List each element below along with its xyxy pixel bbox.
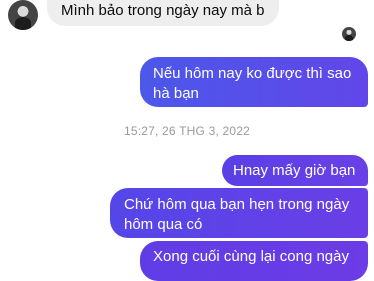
outgoing-message-bubble[interactable]: Xong cuối cùng lại cong ngày [140,241,368,281]
outgoing-message-bubble[interactable]: Hnay mấy giờ bạn [222,155,368,186]
outgoing-message-bubble[interactable]: Nếu hôm nay ko được thì sao hà bạn [140,57,368,107]
message-timestamp: 15:27, 26 THG 3, 2022 [123,124,251,138]
outgoing-message-bubble[interactable]: Chứ hôm qua bạn hẹn trong ngày hôm qua c… [110,188,368,238]
sender-avatar[interactable] [8,0,38,30]
incoming-message-bubble[interactable]: Mình bảo trong ngày nay mà b [47,0,279,26]
seen-receipt-avatar [342,27,356,41]
